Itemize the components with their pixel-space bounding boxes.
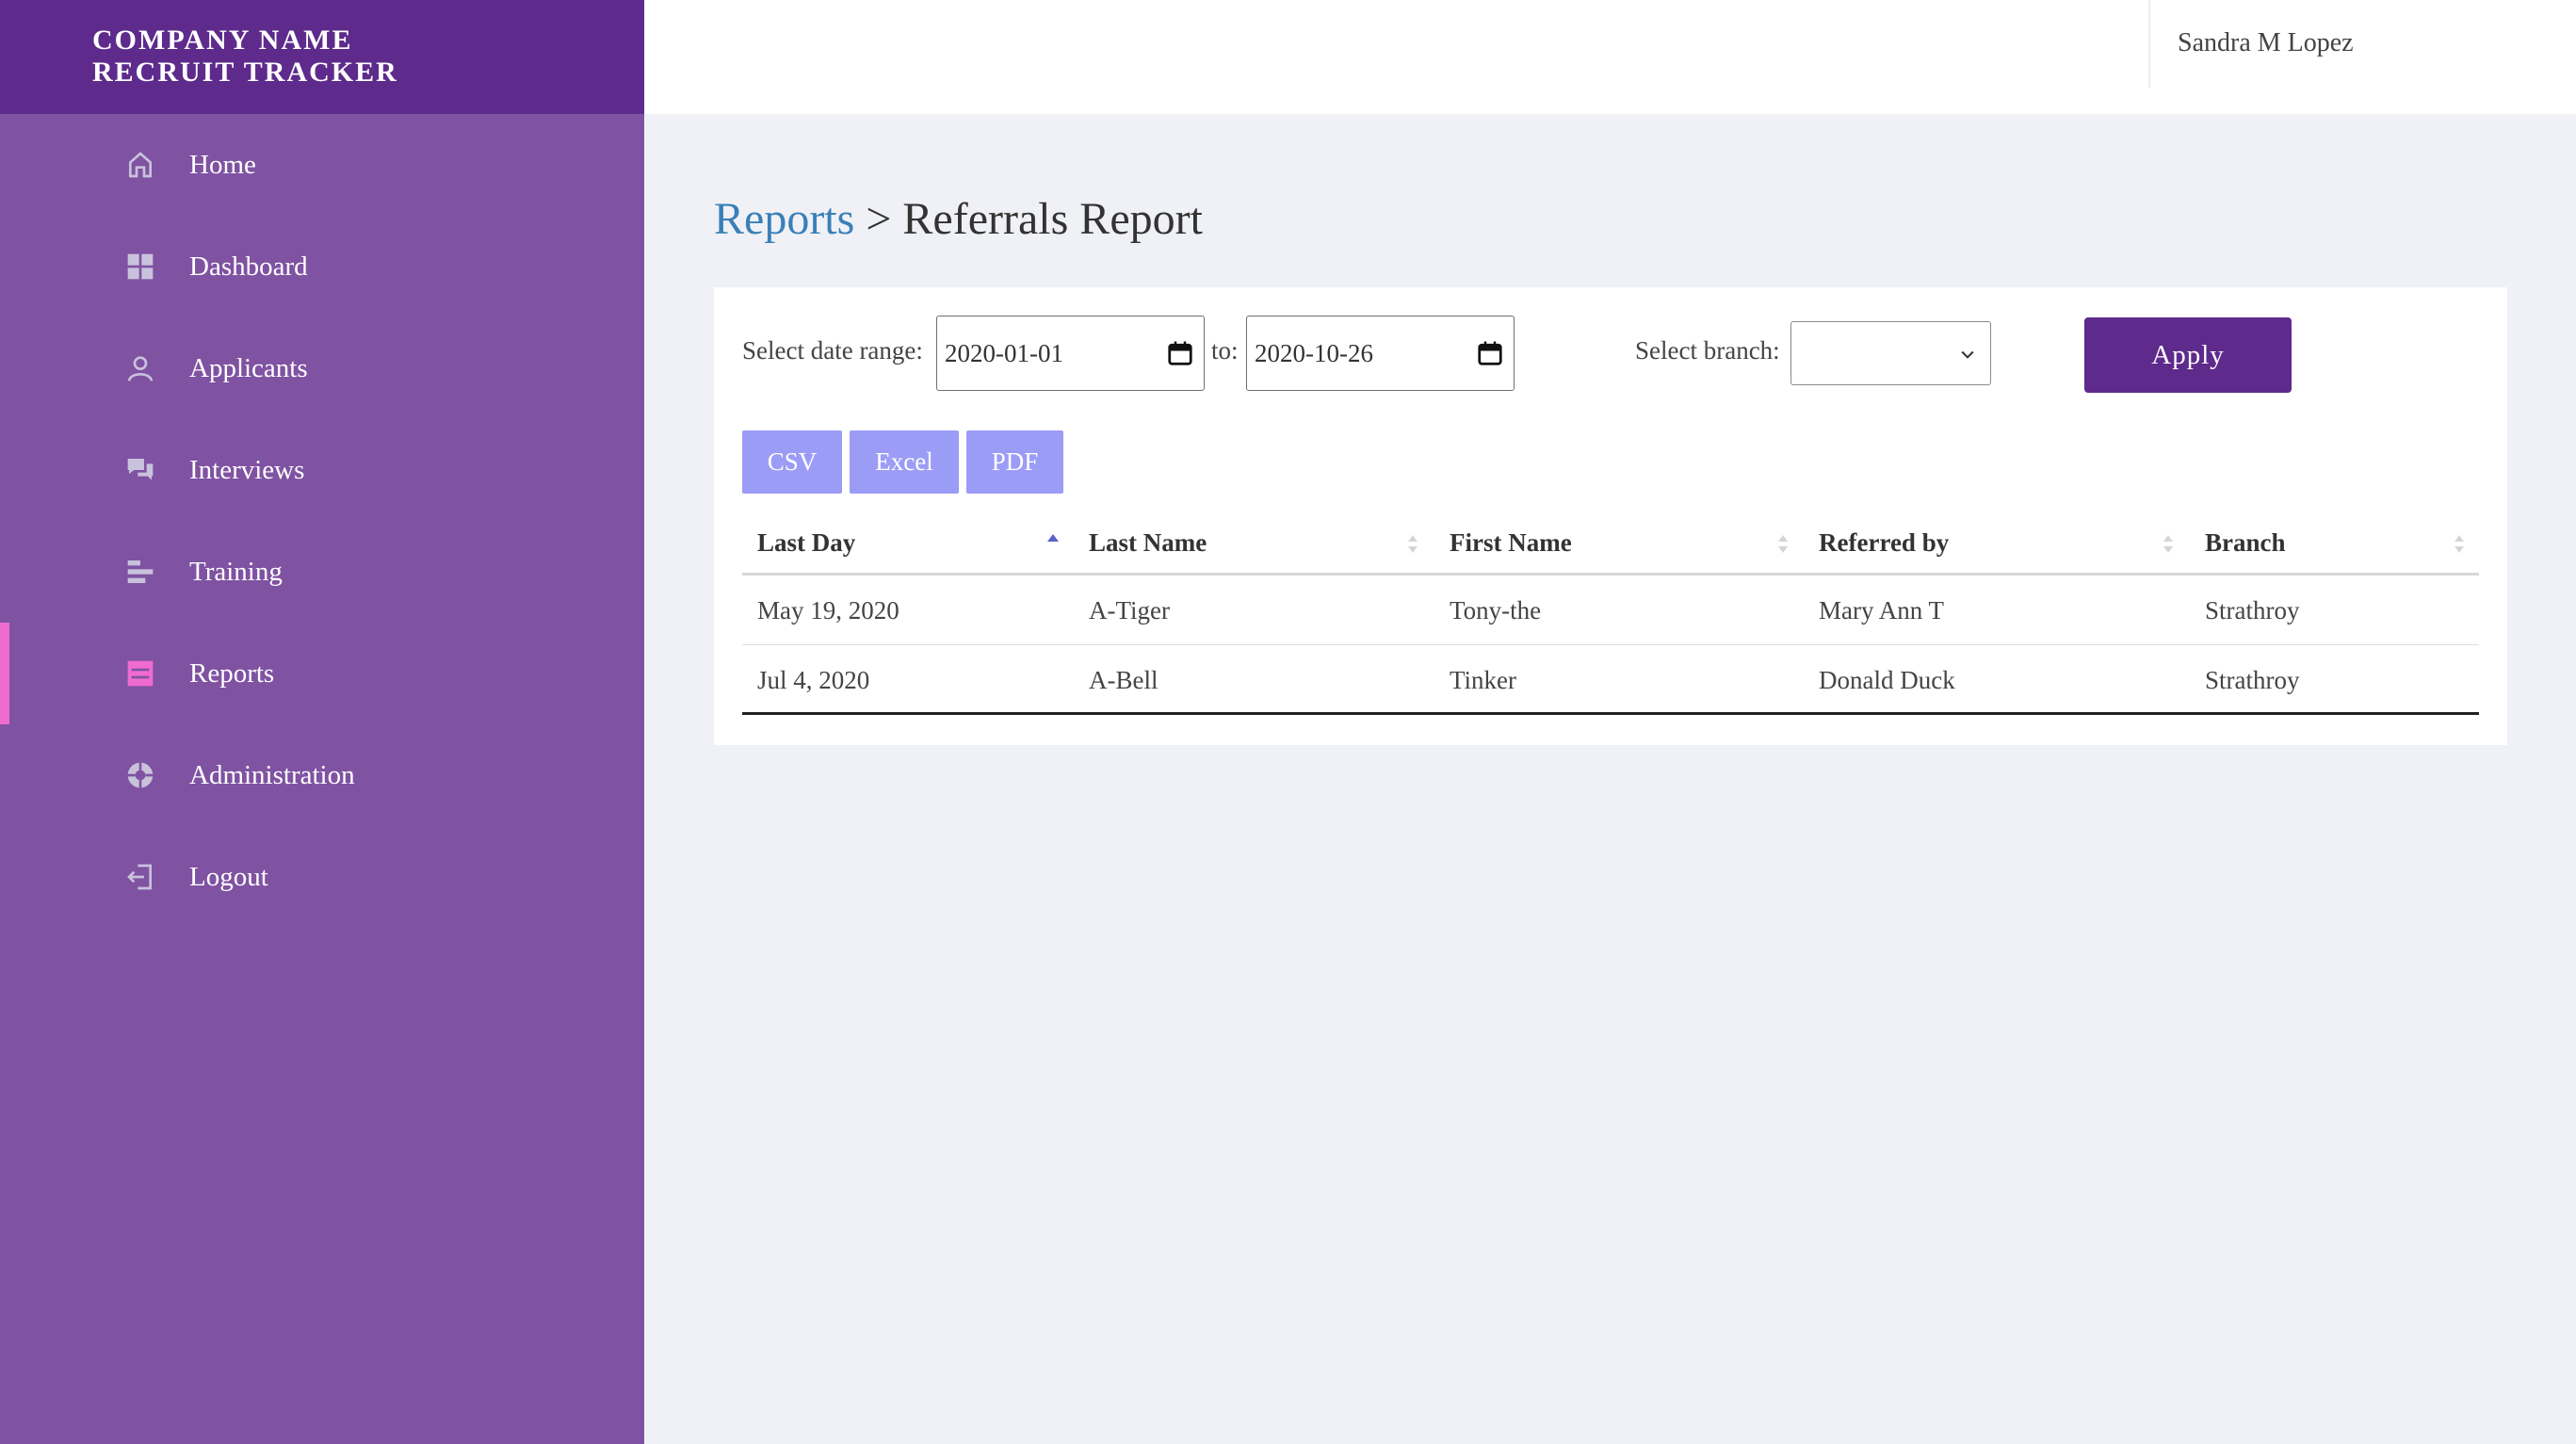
cell-referred-by: Mary Ann T: [1819, 596, 1944, 625]
sort-ascending-icon[interactable]: [1045, 530, 1061, 559]
excel-button[interactable]: Excel: [850, 430, 959, 494]
sidebar-item-reports[interactable]: Reports: [0, 623, 644, 724]
sidebar-item-logout[interactable]: Logout: [0, 826, 644, 928]
brand-company-name: COMPANY NAME: [92, 24, 353, 56]
cell-last-day: May 19, 2020: [757, 596, 899, 625]
breadcrumb-separator: >: [854, 194, 903, 244]
sidebar-item-label: Training: [189, 556, 283, 587]
sidebar-item-label: Dashboard: [189, 251, 308, 282]
cell-branch: Strathroy: [2205, 666, 2300, 694]
date-from-value: 2020-01-01: [945, 338, 1063, 367]
report-panel: Select date range: 2020-01-01 to: 2020-1…: [714, 287, 2507, 745]
sidebar-item-dashboard[interactable]: Dashboard: [0, 216, 644, 317]
cell-last-day: Jul 4, 2020: [757, 666, 870, 694]
cell-first-name: Tony-the: [1450, 596, 1542, 625]
sidebar-item-home[interactable]: Home: [0, 114, 644, 216]
export-buttons: CSV Excel PDF: [742, 430, 1063, 494]
apply-button[interactable]: Apply: [2084, 317, 2292, 393]
column-header-referred-by[interactable]: Referred by: [1819, 528, 1949, 558]
home-icon: [125, 150, 155, 180]
sort-icon[interactable]: [1405, 530, 1420, 559]
user-name[interactable]: Sandra M Lopez: [2178, 28, 2354, 58]
column-header-last-day[interactable]: Last Day: [757, 528, 855, 558]
branch-select[interactable]: [1790, 321, 1991, 385]
breadcrumb-reports-link[interactable]: Reports: [714, 194, 854, 244]
sidebar-item-label: Applicants: [189, 352, 308, 383]
table-header: Last Day Last Name First Name Referred b…: [742, 513, 2479, 576]
sidebar-item-label: Home: [189, 149, 256, 180]
administration-icon: [125, 760, 155, 790]
training-icon: [125, 557, 155, 587]
sidebar: COMPANY NAME RECRUIT TRACKER Home Dashbo…: [0, 0, 644, 1444]
filter-bar: Select date range: 2020-01-01 to: 2020-1…: [742, 316, 2485, 393]
calendar-icon[interactable]: [1476, 339, 1504, 367]
cell-referred-by: Donald Duck: [1819, 666, 1955, 694]
brand-app-name: RECRUIT TRACKER: [92, 57, 398, 88]
page-title: Referrals Report: [902, 194, 1203, 244]
date-to-label: to:: [1211, 336, 1239, 365]
topbar-divider: [2148, 0, 2150, 88]
date-range-label: Select date range:: [742, 336, 923, 365]
brand: COMPANY NAME RECRUIT TRACKER: [0, 0, 644, 114]
topbar: Sandra M Lopez: [644, 0, 2576, 114]
sidebar-item-label: Reports: [189, 657, 275, 689]
sidebar-item-applicants[interactable]: Applicants: [0, 317, 644, 419]
cell-last-name: A-Bell: [1089, 666, 1158, 694]
sidebar-item-training[interactable]: Training: [0, 521, 644, 623]
chevron-down-icon: [1961, 350, 1974, 359]
sidebar-item-label: Administration: [189, 759, 355, 790]
sort-icon[interactable]: [2452, 530, 2467, 559]
breadcrumb: Reports > Referrals Report: [714, 193, 1203, 245]
referrals-table: Last Day Last Name First Name Referred b…: [742, 513, 2479, 715]
column-header-branch[interactable]: Branch: [2205, 528, 2286, 558]
sort-icon[interactable]: [2161, 530, 2176, 559]
chat-icon: [125, 455, 155, 485]
column-header-last-name[interactable]: Last Name: [1089, 528, 1207, 558]
sidebar-item-interviews[interactable]: Interviews: [0, 419, 644, 521]
sort-icon[interactable]: [1775, 530, 1790, 559]
date-to-input[interactable]: 2020-10-26: [1246, 316, 1515, 391]
csv-button[interactable]: CSV: [742, 430, 842, 494]
sidebar-item-label: Interviews: [189, 454, 305, 485]
cell-last-name: A-Tiger: [1089, 596, 1171, 625]
date-from-input[interactable]: 2020-01-01: [936, 316, 1205, 391]
dashboard-icon: [125, 251, 155, 282]
user-icon: [125, 353, 155, 383]
table-row[interactable]: Jul 4, 2020 A-Bell Tinker Donald Duck St…: [742, 645, 2479, 715]
pdf-button[interactable]: PDF: [966, 430, 1063, 494]
sidebar-item-administration[interactable]: Administration: [0, 724, 644, 826]
reports-icon: [125, 658, 155, 689]
cell-branch: Strathroy: [2205, 596, 2300, 625]
sidebar-item-label: Logout: [189, 861, 268, 892]
sidebar-nav: Home Dashboard Applicants Interviews Tra…: [0, 114, 644, 928]
column-header-first-name[interactable]: First Name: [1450, 528, 1572, 558]
logout-icon: [125, 862, 155, 892]
table-row[interactable]: May 19, 2020 A-Tiger Tony-the Mary Ann T…: [742, 576, 2479, 645]
branch-label: Select branch:: [1635, 336, 1780, 365]
cell-first-name: Tinker: [1450, 666, 1517, 694]
calendar-icon[interactable]: [1166, 339, 1194, 367]
date-to-value: 2020-10-26: [1255, 338, 1373, 367]
